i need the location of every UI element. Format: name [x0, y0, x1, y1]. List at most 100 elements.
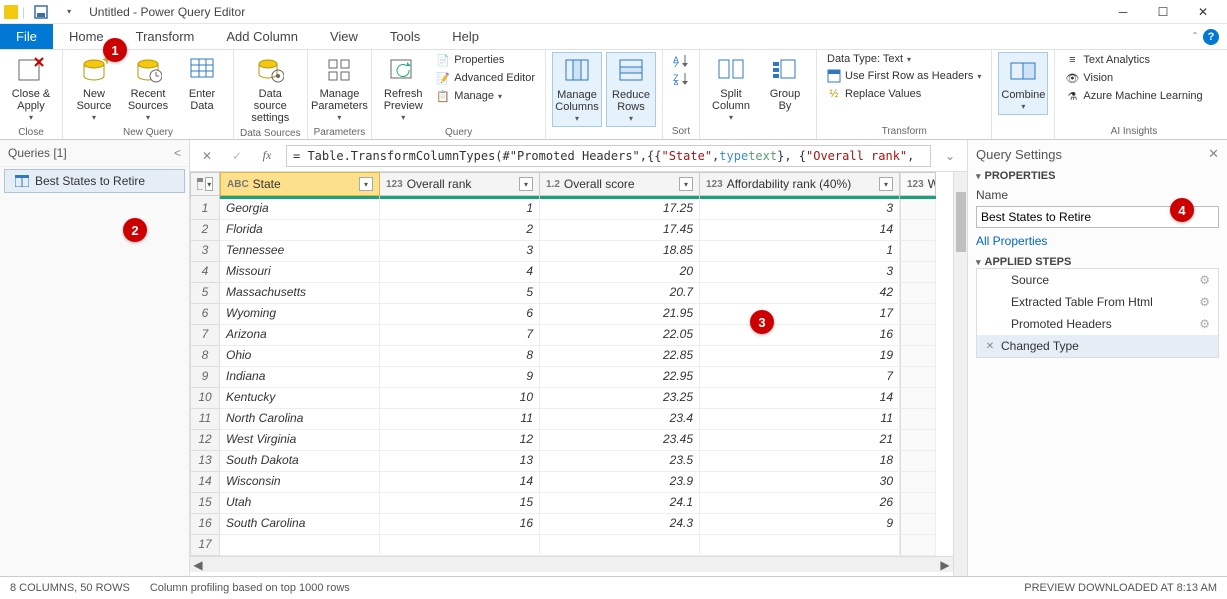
ribbon-collapse-icon[interactable]: ˆ	[1193, 30, 1197, 44]
data-cell[interactable]: 1	[380, 199, 540, 220]
group-by-button[interactable]: Group By	[760, 52, 810, 114]
gear-icon[interactable]: ⚙	[1199, 273, 1210, 287]
data-cell[interactable]: 22.95	[540, 367, 700, 388]
add-column-menu[interactable]: Add Column	[210, 24, 314, 49]
data-cell[interactable]	[900, 367, 936, 388]
data-cell[interactable]: 20	[540, 262, 700, 283]
applied-step[interactable]: Source⚙	[977, 269, 1218, 291]
data-cell[interactable]	[900, 199, 936, 220]
data-cell[interactable]	[900, 304, 936, 325]
data-cell[interactable]: Wyoming	[220, 304, 380, 325]
all-properties-link[interactable]: All Properties	[976, 234, 1219, 248]
row-number[interactable]: 10	[190, 388, 220, 409]
query-item[interactable]: Best States to Retire	[4, 169, 185, 193]
data-cell[interactable]: Florida	[220, 220, 380, 241]
maximize-button[interactable]: ☐	[1143, 0, 1183, 24]
data-cell[interactable]: 23.9	[540, 472, 700, 493]
properties-header[interactable]: PROPERTIES	[976, 170, 1219, 182]
refresh-preview-button[interactable]: Refresh Preview ▾	[378, 52, 428, 125]
manage-button[interactable]: 📋Manage ▾	[432, 88, 539, 104]
table-corner[interactable]: ▾	[190, 172, 220, 196]
row-number[interactable]: 6	[190, 304, 220, 325]
tools-menu[interactable]: Tools	[374, 24, 436, 49]
data-cell[interactable]: Kentucky	[220, 388, 380, 409]
data-cell[interactable]	[540, 535, 700, 556]
data-cell[interactable]	[900, 283, 936, 304]
data-cell[interactable]: 13	[380, 451, 540, 472]
manage-columns-button[interactable]: Manage Columns ▾	[552, 52, 602, 127]
new-source-button[interactable]: ✦ New Source ▾	[69, 52, 119, 125]
data-cell[interactable]	[900, 535, 936, 556]
data-cell[interactable]: Wisconsin	[220, 472, 380, 493]
replace-values-button[interactable]: ½Replace Values	[823, 86, 985, 102]
row-number[interactable]: 9	[190, 367, 220, 388]
data-cell[interactable]: 24.1	[540, 493, 700, 514]
data-cell[interactable]: 17	[700, 304, 900, 325]
data-cell[interactable]: 14	[700, 220, 900, 241]
data-cell[interactable]: 18	[700, 451, 900, 472]
data-cell[interactable]: South Carolina	[220, 514, 380, 535]
formula-expand-icon[interactable]: ⌄	[939, 145, 961, 167]
data-cell[interactable]: 17.25	[540, 199, 700, 220]
data-cell[interactable]	[900, 388, 936, 409]
view-menu[interactable]: View	[314, 24, 374, 49]
formula-cancel-icon[interactable]: ✕	[196, 145, 218, 167]
sort-desc-button[interactable]: ZA	[669, 70, 693, 86]
azure-ml-button[interactable]: ⚗Azure Machine Learning	[1061, 88, 1206, 104]
settings-close-icon[interactable]: ✕	[1208, 146, 1219, 162]
applied-steps-header[interactable]: APPLIED STEPS	[976, 256, 1219, 268]
reduce-rows-button[interactable]: Reduce Rows ▾	[606, 52, 656, 127]
row-number[interactable]: 7	[190, 325, 220, 346]
data-cell[interactable]: 11	[380, 409, 540, 430]
manage-parameters-button[interactable]: Manage Parameters ▾	[314, 52, 364, 125]
data-cell[interactable]: Missouri	[220, 262, 380, 283]
applied-step[interactable]: Promoted Headers⚙	[977, 313, 1218, 335]
data-cell[interactable]: Massachusetts	[220, 283, 380, 304]
advanced-editor-button[interactable]: 📝Advanced Editor	[432, 70, 539, 86]
data-cell[interactable]: 9	[380, 367, 540, 388]
data-cell[interactable]: 11	[700, 409, 900, 430]
data-cell[interactable]: 7	[700, 367, 900, 388]
data-cell[interactable]	[380, 535, 540, 556]
data-cell[interactable]: Tennessee	[220, 241, 380, 262]
enter-data-button[interactable]: Enter Data	[177, 52, 227, 114]
data-cell[interactable]: 16	[380, 514, 540, 535]
data-cell[interactable]: 12	[380, 430, 540, 451]
help-icon[interactable]: ?	[1203, 29, 1219, 45]
data-cell[interactable]: 42	[700, 283, 900, 304]
data-cell[interactable]: Utah	[220, 493, 380, 514]
data-cell[interactable]	[700, 535, 900, 556]
data-cell[interactable]: Arizona	[220, 325, 380, 346]
data-cell[interactable]: Indiana	[220, 367, 380, 388]
gear-icon[interactable]: ⚙	[1199, 317, 1210, 331]
data-cell[interactable]: 23.5	[540, 451, 700, 472]
row-number[interactable]: 11	[190, 409, 220, 430]
split-column-button[interactable]: Split Column ▾	[706, 52, 756, 125]
close-apply-button[interactable]: Close & Apply ▾	[6, 52, 56, 125]
data-cell[interactable]: 16	[700, 325, 900, 346]
horizontal-scrollbar[interactable]: ◀▶	[190, 556, 953, 572]
data-cell[interactable]	[900, 262, 936, 283]
data-cell[interactable]: 20.7	[540, 283, 700, 304]
row-number[interactable]: 5	[190, 283, 220, 304]
column-header[interactable]: 123Overall rank▾	[380, 172, 540, 196]
data-cell[interactable]: 19	[700, 346, 900, 367]
vertical-scrollbar[interactable]	[953, 172, 967, 576]
row-number[interactable]: 8	[190, 346, 220, 367]
data-cell[interactable]	[900, 430, 936, 451]
data-cell[interactable]	[900, 409, 936, 430]
recent-sources-button[interactable]: Recent Sources ▾	[123, 52, 173, 125]
data-cell[interactable]: 17.45	[540, 220, 700, 241]
qat-dropdown[interactable]: ▾	[57, 2, 81, 22]
data-cell[interactable]	[900, 241, 936, 262]
properties-button[interactable]: 📄Properties	[432, 52, 539, 68]
queries-collapse-icon[interactable]: <	[174, 146, 181, 160]
data-cell[interactable]: 7	[380, 325, 540, 346]
data-cell[interactable]	[220, 535, 380, 556]
data-cell[interactable]: 4	[380, 262, 540, 283]
data-cell[interactable]: 18.85	[540, 241, 700, 262]
help-menu[interactable]: Help	[436, 24, 495, 49]
column-header[interactable]: 123Wellnes	[900, 172, 936, 196]
data-cell[interactable]: 9	[700, 514, 900, 535]
data-cell[interactable]: North Carolina	[220, 409, 380, 430]
